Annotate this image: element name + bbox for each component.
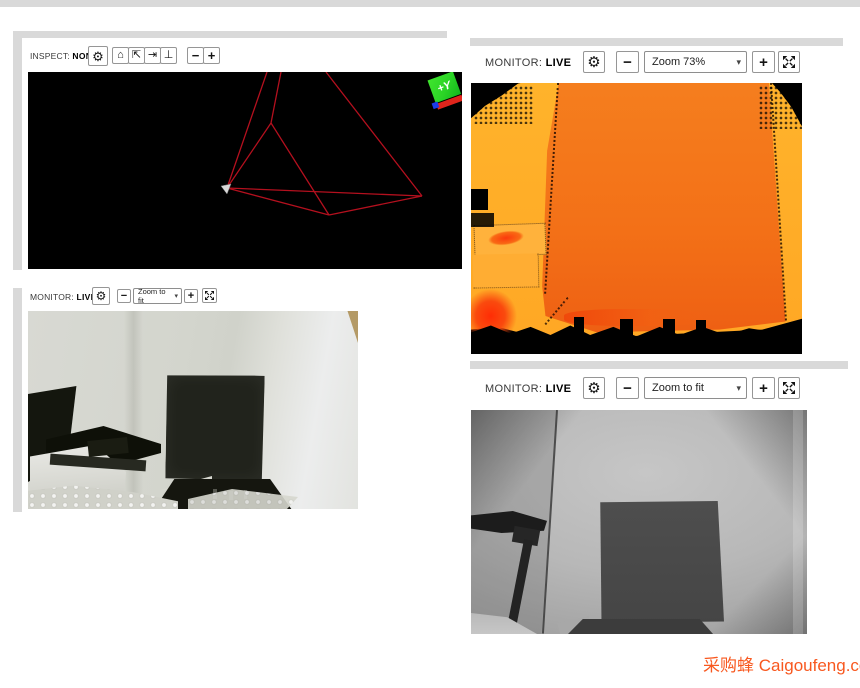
zoom-out-button[interactable]: − bbox=[616, 377, 639, 399]
color-panel-left-border bbox=[13, 288, 22, 512]
fullscreen-button[interactable] bbox=[778, 377, 800, 399]
plus-icon: + bbox=[208, 49, 216, 62]
chevron-down-icon: ▾ bbox=[174, 292, 178, 300]
chevron-down-icon: ▾ bbox=[736, 57, 741, 68]
inspect-panel-left-border bbox=[13, 31, 22, 270]
depth-red-smear bbox=[564, 309, 710, 325]
watermark-cn: 采购蜂 bbox=[703, 656, 754, 675]
zoom-out-button[interactable]: − bbox=[117, 289, 131, 303]
home-icon: ⌂ bbox=[117, 50, 124, 61]
monitor-label: MONITOR: LIVE bbox=[30, 292, 97, 302]
wall-crease bbox=[124, 311, 144, 509]
zoom-select[interactable]: Zoom 73% ▾ bbox=[644, 51, 747, 73]
depth-panel-top-border bbox=[470, 38, 843, 46]
settings-button[interactable]: ⚙ bbox=[88, 46, 108, 66]
page-top-strip bbox=[0, 0, 860, 7]
depth-map-view[interactable] bbox=[471, 83, 802, 354]
minus-icon: − bbox=[623, 381, 632, 396]
depth-corner-speckle bbox=[474, 86, 534, 124]
zoom-in-button[interactable]: + bbox=[203, 47, 220, 64]
fullscreen-button[interactable] bbox=[202, 288, 217, 303]
depth-hole bbox=[471, 213, 494, 227]
gray-camera-view[interactable] bbox=[471, 410, 807, 634]
drop-to-floor-icon: ⊥ bbox=[164, 50, 174, 61]
gray-panel-top-border bbox=[470, 361, 848, 369]
watermark-en: Caigoufeng.com bbox=[759, 656, 860, 675]
home-view-button[interactable]: ⌂ bbox=[112, 47, 129, 64]
gear-icon: ⚙ bbox=[96, 290, 107, 302]
inspect-label-prefix: INSPECT: bbox=[30, 51, 70, 61]
fullscreen-icon bbox=[783, 382, 795, 394]
align-right-view-button[interactable]: ⇥ bbox=[144, 47, 161, 64]
depth-box-step bbox=[472, 253, 538, 288]
camera-frustum-wireframe bbox=[28, 72, 462, 269]
monitor-label-prefix: MONITOR: bbox=[485, 383, 542, 395]
monitor-label-prefix: MONITOR: bbox=[485, 57, 542, 69]
zoom-out-button[interactable]: − bbox=[616, 51, 639, 73]
zoom-select-value: Zoom to fit bbox=[138, 287, 170, 305]
monitor-label: MONITOR: LIVE bbox=[485, 383, 571, 395]
plus-icon: + bbox=[188, 291, 194, 302]
depth-monitor-panel: MONITOR: LIVE ⚙ − Zoom 73% ▾ + bbox=[470, 46, 835, 361]
viewport-3d[interactable]: +Y bbox=[28, 72, 462, 269]
monitor-label: MONITOR: LIVE bbox=[485, 57, 571, 69]
fit-view-icon: ⇱ bbox=[132, 50, 141, 61]
gear-icon: ⚙ bbox=[92, 50, 104, 63]
color-monitor-panel: MONITOR: LIVE ⚙ − Zoom to fit ▾ + bbox=[22, 283, 466, 515]
minus-icon: − bbox=[121, 291, 127, 302]
monitor-label-prefix: MONITOR: bbox=[30, 292, 74, 302]
fullscreen-icon bbox=[205, 291, 214, 300]
monitor-label-value: LIVE bbox=[546, 57, 572, 69]
settings-button[interactable]: ⚙ bbox=[583, 377, 605, 399]
plus-icon: + bbox=[759, 381, 768, 396]
black-target-board bbox=[599, 501, 724, 624]
gizmo-axis-label: +Y bbox=[436, 79, 453, 95]
depth-floor-bump bbox=[574, 317, 584, 333]
arrow-to-bar-icon: ⇥ bbox=[148, 50, 157, 61]
gear-icon: ⚙ bbox=[587, 381, 600, 396]
plus-icon: + bbox=[759, 55, 768, 70]
gear-icon: ⚙ bbox=[587, 55, 600, 70]
fit-view-button[interactable]: ⇱ bbox=[128, 47, 145, 64]
app-canvas: INSPECT: NONE ⚙ ⌂ ⇱ ⇥ ⊥ − + bbox=[0, 0, 860, 688]
minus-icon: − bbox=[623, 55, 632, 70]
settings-button[interactable]: ⚙ bbox=[92, 287, 110, 305]
cardboard-corner bbox=[344, 311, 358, 343]
watermark: 采购蜂 Caigoufeng.com bbox=[703, 651, 860, 676]
align-bottom-view-button[interactable]: ⊥ bbox=[160, 47, 177, 64]
zoom-out-button[interactable]: − bbox=[187, 47, 204, 64]
fullscreen-icon bbox=[783, 56, 795, 68]
fullscreen-button[interactable] bbox=[778, 51, 800, 73]
settings-button[interactable]: ⚙ bbox=[583, 51, 605, 73]
inspect-panel: INSPECT: NONE ⚙ ⌂ ⇱ ⇥ ⊥ − + bbox=[22, 38, 466, 272]
zoom-select-value: Zoom 73% bbox=[652, 56, 705, 68]
zoom-in-button[interactable]: + bbox=[184, 289, 198, 303]
depth-corner-speckle bbox=[759, 86, 802, 129]
monitor-label-value: LIVE bbox=[546, 383, 572, 395]
black-target-board bbox=[165, 374, 264, 480]
chevron-down-icon: ▾ bbox=[736, 383, 741, 394]
depth-floor-bump bbox=[663, 319, 675, 335]
minus-icon: − bbox=[192, 49, 200, 62]
zoom-in-button[interactable]: + bbox=[752, 377, 775, 399]
zoom-in-button[interactable]: + bbox=[752, 51, 775, 73]
depth-hole bbox=[471, 189, 488, 211]
color-camera-view[interactable] bbox=[28, 311, 358, 509]
zoom-select[interactable]: Zoom to fit ▾ bbox=[133, 288, 182, 304]
zoom-select[interactable]: Zoom to fit ▾ bbox=[644, 377, 747, 399]
zoom-select-value: Zoom to fit bbox=[652, 382, 704, 394]
depth-floor-bump bbox=[620, 319, 633, 335]
right-light-edge bbox=[793, 410, 803, 634]
gray-monitor-panel: MONITOR: LIVE ⚙ − Zoom to fit ▾ + bbox=[470, 369, 835, 688]
inspect-panel-top-border bbox=[13, 31, 447, 38]
board-stand bbox=[568, 619, 716, 634]
depth-floor-bump bbox=[696, 320, 706, 334]
